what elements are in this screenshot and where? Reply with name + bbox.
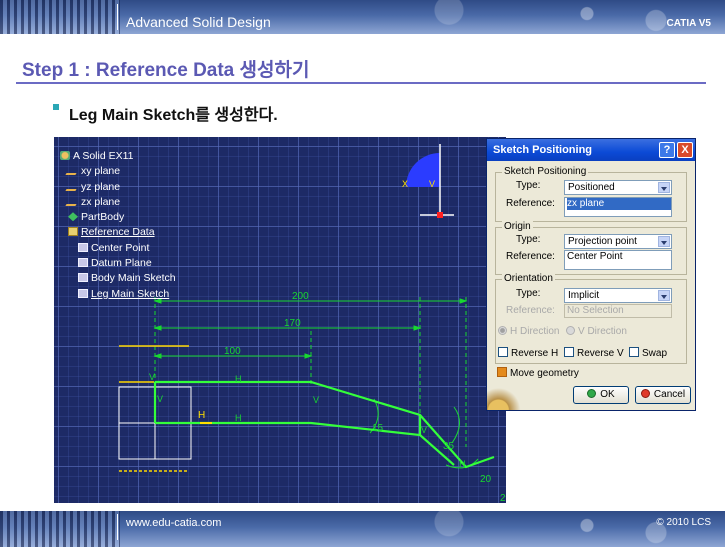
dialog-title: Sketch Positioning (493, 144, 593, 156)
group-label: Sketch Positioning (502, 166, 589, 177)
h-axis-label: H (198, 410, 205, 421)
footer-divider (117, 514, 118, 540)
radio-icon (498, 326, 507, 335)
compass-y-label: V (429, 179, 435, 189)
catia-viewport[interactable]: V V H H V V H H 200 170 100 15 35 20 2 X… (54, 137, 506, 503)
group-label: Orientation (502, 273, 555, 284)
tree-item-center-point[interactable]: Center Point (60, 241, 176, 256)
radio-icon (566, 326, 575, 335)
move-geometry-checkbox[interactable]: Move geometry (497, 367, 579, 379)
checkbox-icon (564, 347, 574, 357)
origin-reference-field[interactable]: Center Point (564, 250, 672, 270)
tree-item-reference-data[interactable]: Reference Data (60, 225, 176, 240)
origin-group: Origin Type: Projection point Reference:… (495, 221, 687, 275)
type-label: Type: (516, 180, 541, 191)
positioning-reference-field[interactable]: zx plane (564, 197, 672, 217)
tree-item-partbody[interactable]: PartBody (60, 210, 176, 225)
chevron-down-icon[interactable] (658, 236, 670, 247)
dimension-100[interactable]: 100 (224, 346, 241, 357)
reference-label: Reference: (506, 305, 555, 316)
body-icon (68, 212, 78, 222)
step-title: Step 1 : Reference Data 생성하기 (22, 60, 310, 81)
v-direction-radio[interactable]: V Direction (566, 326, 627, 337)
checkbox-icon (629, 347, 639, 357)
constraint-v2-label: V (157, 394, 163, 404)
reference-label: Reference: (506, 198, 555, 209)
type-label: Type: (516, 288, 541, 299)
sketch-icon (78, 258, 88, 268)
dialog-titlebar[interactable]: Sketch Positioning ? X (487, 139, 695, 161)
ok-button[interactable]: OK (573, 386, 629, 404)
orientation-group: Orientation Type: Implicit Reference: No… (495, 273, 687, 364)
orientation-type-select[interactable]: Implicit (564, 288, 672, 303)
tree-item-yz-plane[interactable]: yz plane (60, 180, 176, 195)
dimension-15[interactable]: 15 (372, 423, 384, 434)
constraint-v3-label: V (313, 395, 319, 405)
tree-item-leg-main-sketch[interactable]: Leg Main Sketch (60, 287, 176, 302)
constraint-v4-label: V (421, 425, 427, 435)
bullet-text: Leg Main Sketch를 생성한다. (69, 107, 278, 124)
checkbox-icon (497, 367, 507, 377)
sketch-icon (78, 242, 88, 252)
dimension-170[interactable]: 170 (284, 318, 301, 329)
group-label: Origin (502, 221, 533, 232)
compass-icon[interactable]: X V (394, 142, 454, 222)
sketch-icon (78, 273, 88, 283)
header-decoration (0, 0, 120, 34)
reverse-h-checkbox[interactable]: Reverse H (498, 347, 558, 359)
sketch-icon (78, 288, 88, 298)
plane-icon (65, 166, 81, 176)
sketch-positioning-dialog[interactable]: Sketch Positioning ? X Sketch Positionin… (486, 138, 696, 411)
course-title: Advanced Solid Design (126, 14, 271, 30)
orientation-reference-field: No Selection (564, 304, 672, 318)
footer-copyright: © 2010 LCS (656, 517, 711, 528)
dimension-200[interactable]: 200 (292, 291, 309, 302)
part-icon (60, 151, 70, 160)
compass-x-label: X (402, 179, 408, 189)
reference-label: Reference: (506, 251, 555, 262)
geometrical-set-icon (68, 227, 78, 237)
constraint-h-label: H (235, 374, 242, 384)
header-banner: Advanced Solid Design CATIA V5 (0, 0, 725, 34)
origin-type-select[interactable]: Projection point (564, 234, 672, 249)
product-label: CATIA V5 (666, 18, 711, 29)
tree-item-part[interactable]: A Solid EX11 (60, 149, 176, 164)
catia-logo-icon (487, 382, 525, 410)
specification-tree[interactable]: A Solid EX11 xy plane yz plane zx plane … (60, 149, 176, 302)
tree-item-zx-plane[interactable]: zx plane (60, 195, 176, 210)
help-button[interactable]: ? (659, 142, 675, 158)
chevron-down-icon[interactable] (658, 290, 670, 301)
swap-checkbox[interactable]: Swap (629, 347, 667, 359)
footer-url[interactable]: www.edu-catia.com (126, 517, 221, 529)
h-direction-radio[interactable]: H Direction (498, 326, 559, 337)
tree-item-body-main-sketch[interactable]: Body Main Sketch (60, 271, 176, 286)
tree-item-datum-plane[interactable]: Datum Plane (60, 256, 176, 271)
dimension-35[interactable]: 35 (443, 441, 455, 452)
footer-banner: www.edu-catia.com © 2010 LCS (0, 511, 725, 547)
sketch-positioning-group: Sketch Positioning Type: Positioned Refe… (495, 166, 687, 222)
constraint-h2-label: H (235, 413, 242, 423)
dimension-2[interactable]: 2 (500, 493, 506, 503)
positioning-type-select[interactable]: Positioned (564, 180, 672, 195)
cancel-button[interactable]: Cancel (635, 386, 691, 404)
bullet-icon (53, 104, 59, 110)
header-divider (117, 4, 118, 30)
tree-item-xy-plane[interactable]: xy plane (60, 164, 176, 179)
chevron-down-icon[interactable] (658, 182, 670, 193)
close-button[interactable]: X (677, 142, 693, 158)
plane-icon (65, 196, 81, 206)
reverse-v-checkbox[interactable]: Reverse V (564, 347, 624, 359)
constraint-v-label: V (149, 372, 155, 382)
checkbox-icon (498, 347, 508, 357)
plane-icon (65, 181, 81, 191)
cancel-icon (640, 389, 650, 398)
dimension-20[interactable]: 20 (480, 474, 492, 485)
title-underline (16, 82, 706, 84)
ok-icon (587, 389, 597, 398)
constraint-h3-label: H (459, 459, 466, 469)
type-label: Type: (516, 234, 541, 245)
footer-decoration (0, 511, 120, 547)
header-bubbles (265, 0, 725, 34)
